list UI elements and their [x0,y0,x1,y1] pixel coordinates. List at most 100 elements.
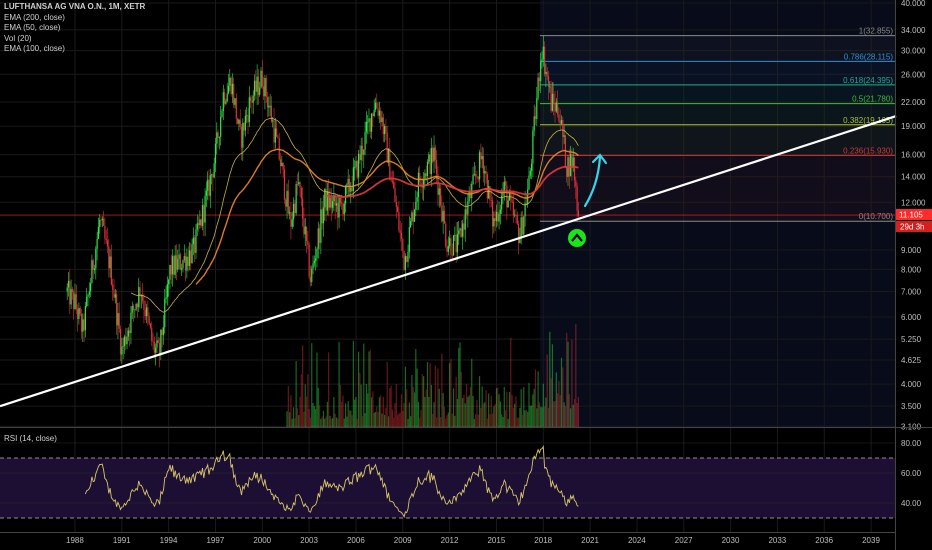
fibonacci-retracement[interactable]: 1(32.855) 0.786(28.115) 0.618(24.395) 0.5(2… [0,27,895,222]
candle-body [373,109,375,116]
candle [452,235,455,256]
volume-bar [423,376,425,427]
candle-body [251,100,253,103]
candle [421,178,423,200]
volume-bar [566,332,568,427]
candle [411,210,413,226]
volume-bar [494,404,496,427]
volume-bar [368,351,370,427]
candle [520,211,522,245]
candle [277,134,279,139]
candle-body [344,185,347,204]
candle-body [439,188,442,206]
volume-bar [560,357,563,427]
candle [329,188,331,211]
candle [295,181,297,216]
candle-body [399,230,401,233]
candle-body [463,223,465,230]
volume-bar [576,403,578,427]
volume-bar [342,395,344,427]
candle [320,197,322,255]
candle-body [350,187,352,192]
candle-body [382,117,384,135]
candle-body [222,92,224,111]
legend-ema100[interactable]: EMA (100, close) [4,44,145,55]
volume-bar [515,396,517,427]
candle-body [355,161,357,168]
candle [387,148,390,167]
candle [158,337,161,368]
candle [109,249,111,278]
candle [112,278,114,301]
volume-bar [382,396,384,427]
candle [333,183,335,212]
candle-body [488,186,490,199]
candle [459,227,461,238]
candle-body [210,174,213,176]
candle [182,259,184,273]
volume-bar [520,389,522,427]
volume-bar [538,402,540,427]
volume-bar [320,418,322,427]
candle-body [69,280,71,305]
candle-body [274,128,276,143]
chart-canvas[interactable]: 1(32.855) 0.786(28.115) 0.618(24.395) 0.5(2… [0,0,932,550]
candle [233,77,235,108]
candle-body [213,163,215,178]
candle-body [372,113,374,116]
time-tick-label: 2027 [675,536,693,545]
candle [226,82,228,103]
candle [248,86,250,128]
candle-body [101,218,103,221]
legend-ema200[interactable]: EMA (200, close) [4,13,145,24]
volume-bar [498,394,500,427]
candle-body [467,201,469,215]
volume-bar [385,407,387,427]
candle [145,303,148,324]
candle [512,190,514,224]
candle-body [134,309,136,311]
candle [321,200,323,230]
volume-bar [309,417,312,427]
candle [445,221,447,249]
candle-body [173,256,175,275]
rsi-legend[interactable]: RSI (14, close) [4,434,57,443]
candle-body [432,147,434,162]
candle [308,242,310,280]
volume-bar [563,402,565,427]
candle [253,74,256,101]
volume-bar [403,403,405,427]
volume-bar [338,341,340,427]
symbol-title[interactable]: LUFTHANSA AG VNA O.N., 1M, XETR [4,2,145,13]
candle-body [459,228,461,231]
time-tick-label: 2036 [815,536,833,545]
candle-body [273,120,275,143]
candle-body [291,219,293,227]
volume-bar [442,393,444,427]
candle [190,242,192,271]
volume-bar [480,407,482,427]
legend-volume[interactable]: Vol (20) [4,34,145,45]
candle [537,72,539,101]
volume-bar [468,395,470,427]
candle-body [158,342,161,355]
volume-bar [546,354,548,427]
candle [455,222,457,264]
legend-ema50[interactable]: EMA (50, close) [4,23,145,34]
candle-body [562,119,564,137]
candle-body [247,115,249,123]
candle-body [380,110,382,122]
candle [359,145,361,164]
candle [260,67,262,89]
candle-body [299,182,301,188]
candle [213,157,215,179]
volume-bar [503,386,505,427]
volume-bar [313,406,315,427]
candle-body [550,86,552,111]
candle-body [86,296,88,307]
volume-bar [380,395,382,427]
time-tick-label: 2006 [347,536,365,545]
signal-badge[interactable] [568,229,586,247]
volume-bar [476,399,478,427]
rsi-band [0,458,895,518]
